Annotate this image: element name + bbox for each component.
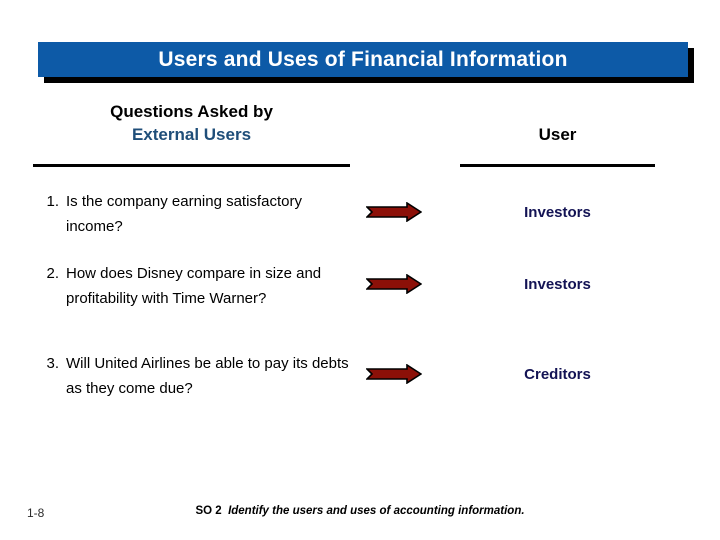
question-body-2: How does Disney compare in size and prof… — [66, 265, 322, 307]
column-header-user: User — [460, 123, 655, 146]
question-body-1: Is the company earning satisfactory inco… — [66, 193, 302, 235]
slide-title-bar: Users and Uses of Financial Information — [38, 42, 688, 77]
column-header-questions: Questions Asked by External Users — [33, 100, 350, 146]
question-number-3: 3. — [46, 355, 59, 372]
question-text-2: 2. How does Disney compare in size and p… — [33, 261, 353, 311]
objective-text: Identify the users and uses of accountin… — [228, 505, 525, 517]
learning-objective-note: SO 2 Identify the users and uses of acco… — [0, 505, 720, 517]
column-rule-right — [460, 164, 655, 167]
right-arrow-icon — [366, 202, 422, 222]
question-text-3: 3. Will United Airlines be able to pay i… — [33, 351, 353, 401]
user-label-1: Investors — [524, 204, 591, 221]
question-number-1: 1. — [46, 193, 59, 210]
column-header-questions-line1: Questions Asked by — [110, 102, 273, 121]
right-arrow-icon — [366, 364, 422, 384]
page-title: Users and Uses of Financial Information — [158, 47, 568, 71]
question-text-1: 1. Is the company earning satisfactory i… — [33, 189, 353, 239]
right-arrow-icon — [366, 274, 422, 294]
column-rule-left — [33, 164, 350, 167]
question-body-3: Will United Airlines be able to pay its … — [66, 355, 349, 397]
objective-code: SO 2 — [195, 505, 222, 517]
user-label-3: Creditors — [524, 366, 591, 383]
user-label-2: Investors — [524, 276, 591, 293]
question-number-2: 2. — [46, 265, 59, 282]
column-header-user-line1: User — [538, 125, 577, 144]
column-header-questions-line2: External Users — [131, 125, 252, 144]
